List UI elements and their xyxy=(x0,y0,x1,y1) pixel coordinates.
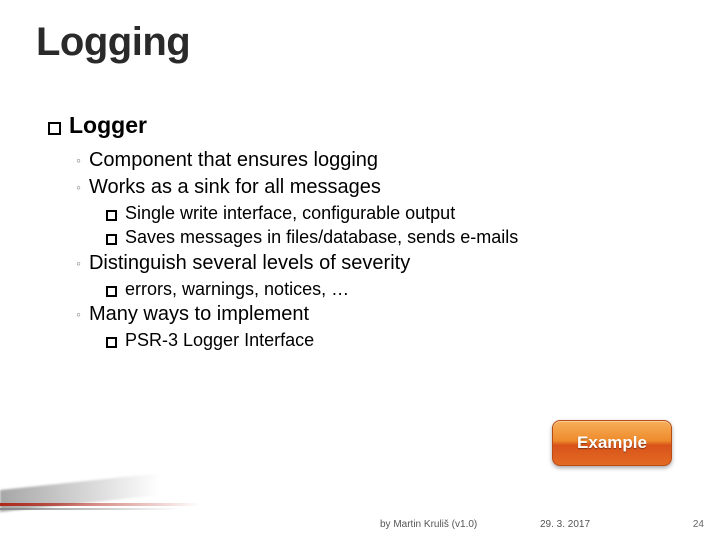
square-bullet-icon xyxy=(48,122,61,135)
circle-bullet-icon: ◦ xyxy=(76,305,81,324)
sub-bullet-row: errors, warnings, notices, … xyxy=(106,277,668,301)
bullet-text: Many ways to implement xyxy=(89,301,309,328)
sub-bullet-row: Single write interface, configurable out… xyxy=(106,201,668,225)
square-bullet-icon xyxy=(106,286,117,297)
footer-date: 29. 3. 2017 xyxy=(540,519,590,530)
sub-bullet-row: Saves messages in files/database, sends … xyxy=(106,225,668,249)
sub-bullet-text: errors, warnings, notices, … xyxy=(125,277,349,301)
sub-bullet-row: PSR-3 Logger Interface xyxy=(106,328,668,352)
bullet-text: Component that ensures logging xyxy=(89,147,378,174)
bullet-text: Works as a sink for all messages xyxy=(89,174,381,201)
example-button[interactable]: Example xyxy=(552,420,672,466)
example-button-label: Example xyxy=(577,433,647,453)
decorative-red-line xyxy=(0,503,200,506)
footer-page-number: 24 xyxy=(693,519,704,530)
square-bullet-icon xyxy=(106,210,117,221)
bullet-row: ◦ Works as a sink for all messages xyxy=(76,174,668,201)
slide-content: Logger ◦ Component that ensures logging … xyxy=(48,110,668,352)
bullet-row: ◦ Component that ensures logging xyxy=(76,147,668,174)
circle-bullet-icon: ◦ xyxy=(76,151,81,170)
section-heading: Logger xyxy=(69,110,147,141)
decorative-grey-line xyxy=(0,508,180,510)
decorative-shadow xyxy=(0,473,160,512)
sub-bullet-text: Saves messages in files/database, sends … xyxy=(125,225,518,249)
slide-title: Logging xyxy=(36,20,190,65)
footer-byline: by Martin Kruliš (v1.0) xyxy=(380,519,477,530)
section-heading-row: Logger xyxy=(48,110,668,141)
bullet-row: ◦ Many ways to implement xyxy=(76,301,668,328)
bullet-row: ◦ Distinguish several levels of severity xyxy=(76,250,668,277)
square-bullet-icon xyxy=(106,234,117,245)
square-bullet-icon xyxy=(106,337,117,348)
circle-bullet-icon: ◦ xyxy=(76,254,81,273)
decorative-sweep xyxy=(0,478,220,512)
circle-bullet-icon: ◦ xyxy=(76,178,81,197)
slide: Logging Logger ◦ Component that ensures … xyxy=(0,0,720,540)
sub-bullet-text: Single write interface, configurable out… xyxy=(125,201,455,225)
bullet-text: Distinguish several levels of severity xyxy=(89,250,410,277)
sub-bullet-text: PSR-3 Logger Interface xyxy=(125,328,314,352)
